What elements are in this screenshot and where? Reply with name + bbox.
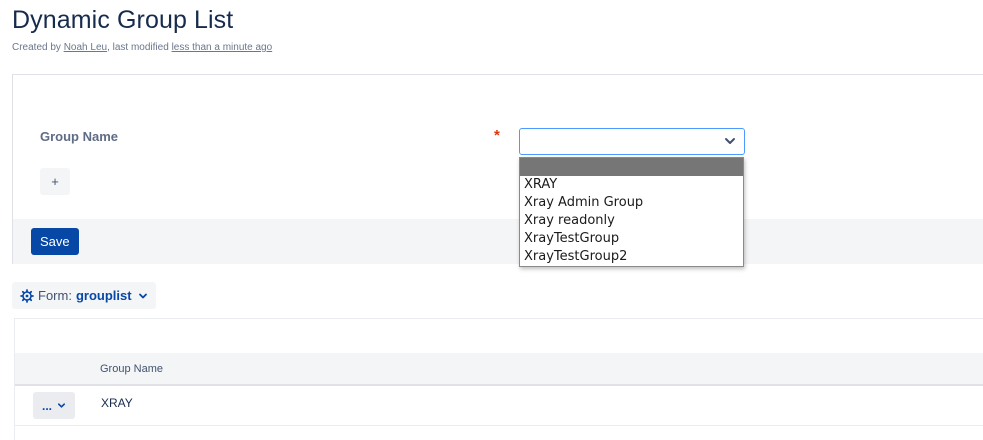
table-row: ... XRAY <box>15 386 983 426</box>
page-byline: Created by Noah Leu, last modified less … <box>12 42 272 53</box>
dropdown-option-blank[interactable] <box>520 158 743 176</box>
group-name-select[interactable] <box>519 128 745 155</box>
dropdown-option[interactable]: XrayTestGroup2 <box>520 248 743 266</box>
row-actions-button[interactable]: ... <box>33 392 75 419</box>
dropdown-option[interactable]: Xray Admin Group <box>520 194 743 212</box>
dropdown-option[interactable]: XrayTestGroup <box>520 230 743 248</box>
chevron-down-icon <box>138 293 147 298</box>
form-chip-name: grouplist <box>75 288 132 303</box>
form-footer: Save <box>13 219 983 264</box>
group-table: Group Name ... XRAY <box>14 318 983 440</box>
form-selector-button[interactable]: Form: grouplist <box>12 282 156 309</box>
group-name-label: Group Name <box>40 129 119 144</box>
add-row-button[interactable]: + <box>40 168 70 195</box>
author-link[interactable]: Noah Leu <box>64 42 107 53</box>
required-mark: * <box>494 127 500 144</box>
dropdown-option[interactable]: XRAY <box>520 176 743 194</box>
chevron-down-icon <box>725 138 735 144</box>
column-header-group-name[interactable]: Group Name <box>100 363 163 375</box>
modified-link[interactable]: less than a minute ago <box>172 42 273 53</box>
table-header: Group Name <box>15 353 983 386</box>
form-chip-prefix: Form: <box>38 288 72 303</box>
byline-middle: , last modified <box>107 42 172 53</box>
byline-prefix: Created by <box>12 42 64 53</box>
group-name-dropdown: XRAY Xray Admin Group Xray readonly Xray… <box>519 157 744 267</box>
chevron-down-icon <box>57 403 66 408</box>
gear-icon <box>20 288 34 303</box>
save-button[interactable]: Save <box>31 228 79 255</box>
row-actions-label: ... <box>41 398 52 413</box>
group-form-panel: Group Name * + Save <box>12 74 983 264</box>
dropdown-option[interactable]: Xray readonly <box>520 212 743 230</box>
page-title: Dynamic Group List <box>12 6 234 34</box>
cell-group-name: XRAY <box>101 396 133 410</box>
